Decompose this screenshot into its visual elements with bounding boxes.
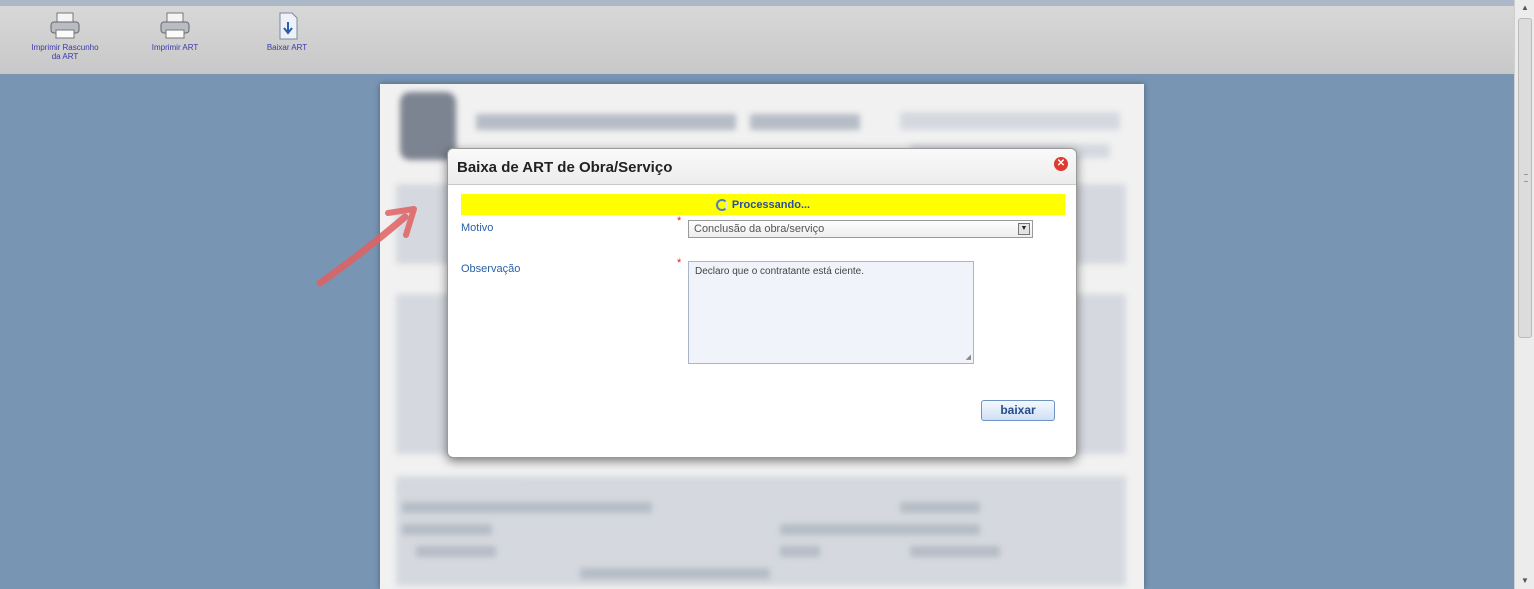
download-art-button[interactable]: Baixar ART [252,12,322,52]
scrollbar-thumb[interactable] [1518,18,1532,338]
close-icon[interactable]: ✕ [1054,157,1068,171]
annotation-arrow [316,206,417,287]
baixar-button[interactable]: baixar [981,400,1055,421]
print-art-label: Imprimir ART [151,43,199,52]
scroll-down-arrow-icon[interactable]: ▼ [1515,573,1534,589]
required-marker: * [677,257,682,269]
required-marker: * [677,215,682,227]
toolbar: Imprimir Rascunho da ART Imprimir ART Ba… [0,0,1514,74]
vertical-scrollbar[interactable]: ▲ ▼ [1514,0,1534,589]
printer-icon [50,12,80,39]
download-art-label: Baixar ART [266,43,308,52]
print-draft-art-label: Imprimir Rascunho da ART [31,43,99,61]
observacao-text: Declaro que o contratante está ciente. [695,266,864,277]
processing-text: Processando... [731,198,811,211]
motivo-selected-value: Conclusão da obra/serviço [694,223,825,235]
printer-icon [160,12,190,39]
dialog-title: Baixa de ART de Obra/Serviço [457,159,673,176]
motivo-select[interactable]: Conclusão da obra/serviço ▼ [688,220,1033,238]
print-art-button[interactable]: Imprimir ART [140,12,210,52]
scroll-up-arrow-icon[interactable]: ▲ [1515,0,1534,16]
spinner-icon [715,198,728,211]
motivo-label: Motivo [461,222,494,234]
dialog-header: Baixa de ART de Obra/Serviço ✕ [448,149,1076,185]
baixa-art-dialog: Baixa de ART de Obra/Serviço ✕ Processan… [447,148,1077,458]
chevron-down-icon[interactable]: ▼ [1018,223,1030,235]
grip-icon [1524,174,1528,182]
processing-banner: Processando... [461,194,1065,215]
resize-handle-icon[interactable]: ◢ [966,353,971,361]
document-download-icon [279,12,298,40]
observacao-textarea[interactable]: Declaro que o contratante está ciente. ◢ [688,261,974,364]
print-draft-art-button[interactable]: Imprimir Rascunho da ART [10,12,120,61]
observacao-label: Observação [461,263,521,275]
